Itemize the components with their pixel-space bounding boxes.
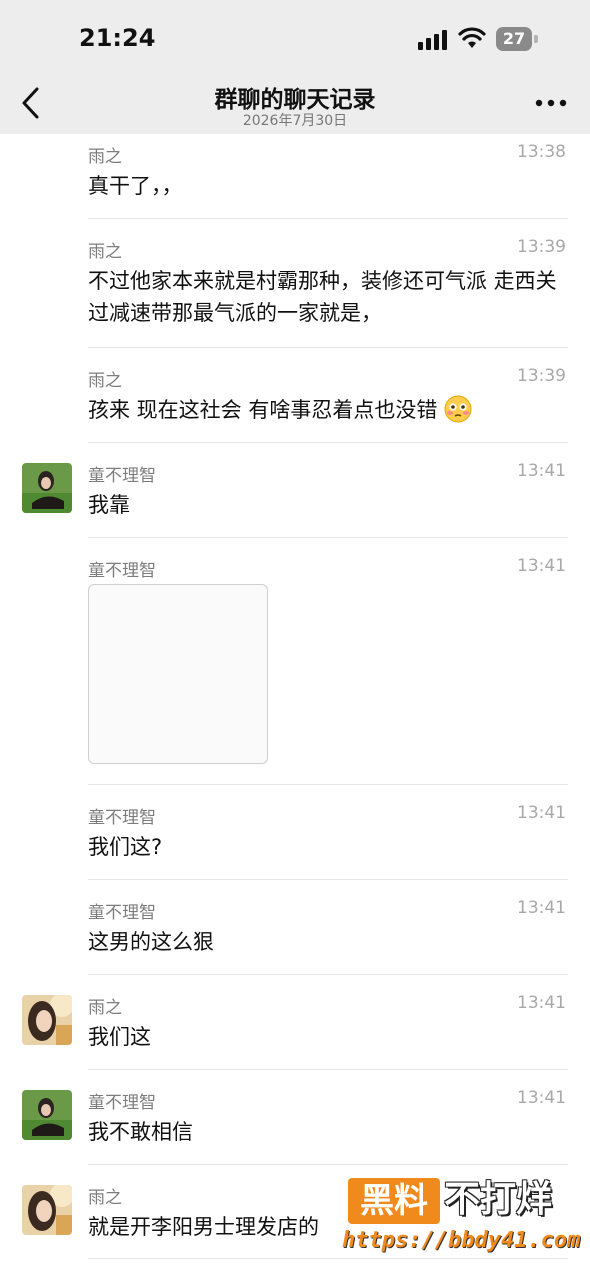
message-text: 我们这: [88, 1025, 151, 1049]
message-item[interactable]: 童不理智 13:41 我靠: [0, 461, 590, 537]
watermark-url: https://bbdy41.com: [342, 1228, 581, 1253]
message-time: 13:41: [517, 1088, 566, 1108]
avatar-photo: [22, 463, 72, 513]
message-sender: 雨之: [88, 147, 122, 167]
divider: [88, 537, 568, 538]
status-time: 21:24: [79, 24, 156, 52]
message-sender: 童不理智: [88, 466, 156, 486]
divider: [88, 974, 568, 975]
divider: [88, 879, 568, 880]
message-time: 13:41: [517, 803, 566, 823]
message-item[interactable]: 童不理智 13:41 我们这?: [0, 803, 590, 879]
page-subtitle-date: 2026年7月30日: [242, 113, 348, 129]
message-text: 我靠: [88, 493, 130, 517]
message-time: 13:41: [517, 461, 566, 481]
message-sender: 雨之: [88, 371, 122, 391]
message-time: 13:38: [517, 142, 566, 162]
status-bar: 21:24 27: [0, 0, 590, 72]
more-options-icon[interactable]: [534, 94, 568, 112]
message-sender: 雨之: [88, 1188, 122, 1208]
message-text-row: 孩来 现在这社会 有啥事忍着点也没错: [88, 394, 568, 426]
message-text: 真干了，，: [88, 174, 183, 198]
watermark-logo: 黑料 不打烊 https://bbdy41.com: [340, 1172, 580, 1262]
message-sender: 童不理智: [88, 808, 156, 828]
message-item[interactable]: 雨之 13:39 不过他家本来就是村霸那种，装修还可气派 走西关过减速带那最气派…: [0, 237, 590, 347]
divider: [88, 347, 568, 348]
message-item[interactable]: 童不理智 13:41: [0, 556, 590, 782]
wifi-icon: [458, 27, 486, 48]
watermark-box-text: 黑料: [348, 1178, 440, 1224]
avatar[interactable]: [22, 1185, 72, 1235]
message-text: 不过他家本来就是村霸那种，装修还可气派 走西关过减速带那最气派的一家就是，: [88, 269, 557, 325]
message-sender: 童不理智: [88, 561, 156, 581]
chat-history-list[interactable]: 雨之 13:38 真干了，， 雨之 13:39 不过他家本来就是村霸那种，装修还…: [0, 134, 590, 1280]
divider: [88, 218, 568, 219]
page-title: 群聊的聊天记录: [214, 87, 376, 113]
message-time: 13:41: [517, 898, 566, 918]
divider: [88, 1164, 568, 1165]
message-time: 13:39: [517, 366, 566, 386]
cellular-signal-icon: [418, 30, 447, 50]
divider: [88, 1069, 568, 1070]
message-text: 孩来 现在这社会 有啥事忍着点也没错: [88, 398, 438, 422]
avatar[interactable]: [22, 463, 72, 513]
message-item[interactable]: 童不理智 13:41 这男的这么狠: [0, 898, 590, 974]
message-text: 我不敢相信: [88, 1120, 193, 1144]
message-time: 13:39: [517, 237, 566, 257]
message-sender: 童不理智: [88, 903, 156, 923]
message-time: 13:41: [517, 993, 566, 1013]
avatar-photo: [22, 1090, 72, 1140]
message-item[interactable]: 童不理智 13:41 我不敢相信: [0, 1088, 590, 1164]
flushed-face-emoji-icon: [444, 395, 472, 423]
message-item[interactable]: 雨之 13:38 真干了，，: [0, 142, 590, 228]
image-attachment[interactable]: [88, 584, 268, 764]
avatar[interactable]: [22, 1090, 72, 1140]
message-time: 13:41: [517, 556, 566, 576]
message-item[interactable]: 雨之 13:39 孩来 现在这社会 有啥事忍着点也没错: [0, 366, 590, 442]
divider: [88, 784, 568, 785]
message-sender: 雨之: [88, 242, 122, 262]
avatar[interactable]: [22, 995, 72, 1045]
message-text: 我们这?: [88, 835, 163, 859]
message-sender: 童不理智: [88, 1093, 156, 1113]
message-text: 这男的这么狠: [88, 930, 214, 954]
divider: [88, 442, 568, 443]
nav-bar: 群聊的聊天记录 2026年7月30日: [0, 72, 590, 134]
message-sender: 雨之: [88, 998, 122, 1018]
battery-tip: [534, 35, 538, 43]
avatar-photo: [22, 1185, 72, 1235]
message-item[interactable]: 雨之 13:41 我们这: [0, 993, 590, 1069]
watermark-brand-text: 不打烊: [444, 1179, 553, 1220]
avatar-photo: [22, 995, 72, 1045]
battery-indicator: 27: [496, 27, 532, 51]
